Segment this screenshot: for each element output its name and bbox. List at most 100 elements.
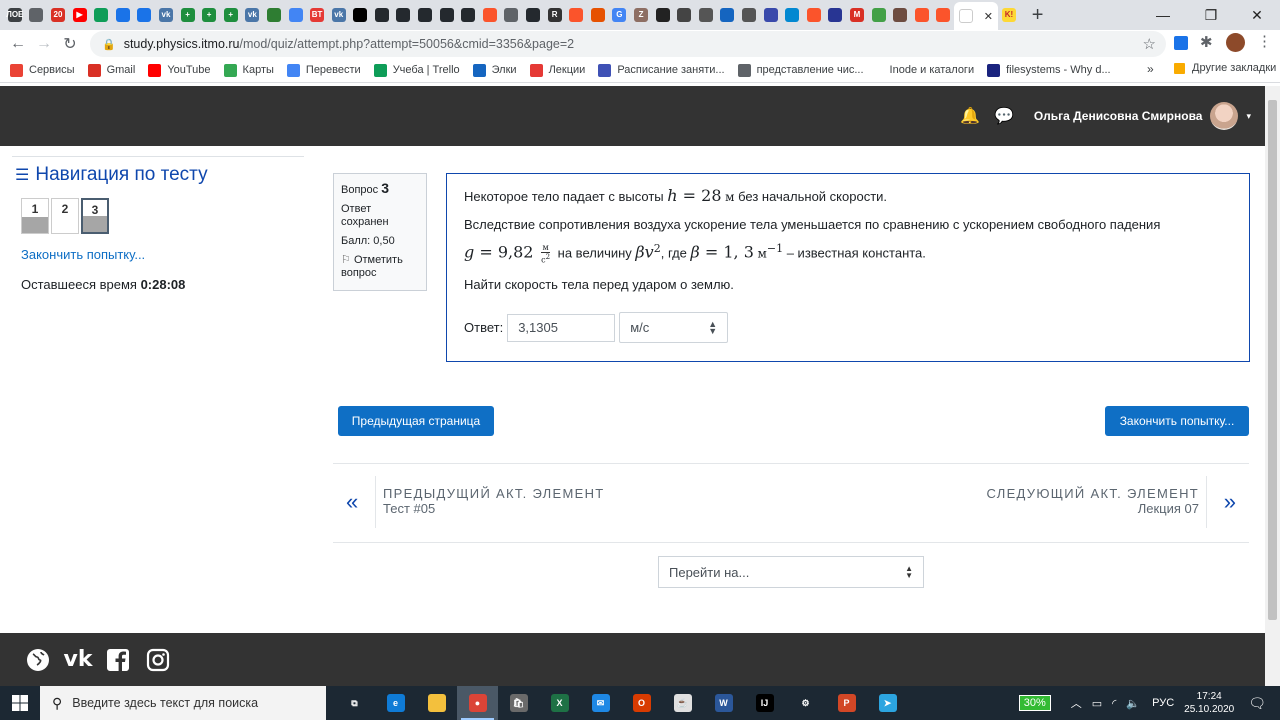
user-name[interactable]: Ольга Денисовна Смирнова	[1034, 109, 1203, 123]
browser-tab[interactable]	[933, 4, 955, 26]
browser-tab[interactable]	[134, 4, 156, 26]
bookmark-item[interactable]: filesystems - Why d...	[987, 63, 1111, 77]
bookmark-item[interactable]: Лекции	[529, 63, 585, 77]
bookmark-item[interactable]: Карты	[223, 63, 274, 77]
other-bookmarks[interactable]: Другие закладки	[1174, 62, 1276, 74]
messages-icon[interactable]: 💬	[994, 106, 1014, 126]
clock[interactable]: 17:24 25.10.2020	[1184, 690, 1234, 716]
question-nav-button-2[interactable]: 2	[51, 198, 79, 234]
browser-tab[interactable]: ЛОЕ	[4, 4, 26, 26]
browser-tab[interactable]: R	[544, 4, 566, 26]
chevron-up-icon[interactable]: ︿	[1071, 695, 1082, 711]
reload-icon[interactable]: ↻	[57, 31, 83, 57]
taskbar-app[interactable]: W	[703, 686, 744, 720]
browser-tab[interactable]	[673, 4, 695, 26]
browser-tab[interactable]	[889, 4, 911, 26]
double-chevron-right-icon[interactable]: »	[1224, 489, 1236, 515]
bookmark-item[interactable]: Перевести	[286, 63, 361, 77]
bell-icon[interactable]: 🔔	[960, 106, 980, 126]
taskbar-app[interactable]	[416, 686, 457, 720]
browser-tab[interactable]: +	[177, 4, 199, 26]
minimize-button[interactable]: —	[1140, 0, 1186, 30]
browser-tab[interactable]	[760, 4, 782, 26]
notifications-icon[interactable]: 🗨	[1248, 695, 1266, 712]
taskbar-app[interactable]: e	[375, 686, 416, 720]
taskbar-app[interactable]: ⚙	[785, 686, 826, 720]
browser-tab[interactable]: ▶	[69, 4, 91, 26]
next-activity-caption[interactable]: Следующий акт. элемент	[987, 486, 1200, 501]
finish-attempt-link[interactable]: Закончить попытку...	[21, 247, 304, 262]
bookmark-item[interactable]: Учеба | Trello	[373, 63, 460, 77]
instagram-icon[interactable]	[145, 647, 171, 673]
vk-icon[interactable]: vk	[64, 647, 93, 673]
facebook-icon[interactable]	[105, 647, 131, 673]
double-chevron-left-icon[interactable]: «	[346, 489, 358, 515]
quiz-navigation-title[interactable]: ☰ Навигация по тесту	[12, 164, 304, 186]
browser-tab[interactable]	[457, 4, 479, 26]
question-nav-button-1[interactable]: 1	[21, 198, 49, 234]
jump-to-select[interactable]: Перейти на... ▲ ▼	[658, 556, 924, 588]
back-icon[interactable]: ←	[5, 31, 31, 57]
browser-tab[interactable]: G	[609, 4, 631, 26]
restore-button[interactable]: ❐	[1188, 0, 1234, 30]
bookmark-star-icon[interactable]: ☆	[1143, 35, 1156, 53]
address-bar[interactable]: 🔒 study.physics.itmo.ru/mod/quiz/attempt…	[90, 31, 1166, 57]
taskbar-app[interactable]: P	[826, 686, 867, 720]
previous-activity-name[interactable]: Тест #05	[383, 501, 435, 516]
browser-tab[interactable]	[522, 4, 544, 26]
browser-tab[interactable]: Z	[630, 4, 652, 26]
browser-tab[interactable]: +	[220, 4, 242, 26]
taskbar-app[interactable]: ⧉	[334, 686, 375, 720]
browser-tab[interactable]	[479, 4, 501, 26]
browser-tab[interactable]	[436, 4, 458, 26]
browser-menu-icon[interactable]: ⋮	[1257, 32, 1272, 50]
active-browser-tab[interactable]: ✕	[954, 2, 999, 30]
browser-tab[interactable]	[803, 4, 825, 26]
browser-tab[interactable]	[26, 4, 48, 26]
taskbar-app[interactable]: ☕	[662, 686, 703, 720]
browser-tab[interactable]	[868, 4, 890, 26]
browser-tab[interactable]	[263, 4, 285, 26]
answer-input[interactable]	[507, 313, 616, 342]
browser-tab[interactable]: vk	[242, 4, 264, 26]
browser-tab[interactable]	[717, 4, 739, 26]
browser-tab[interactable]	[112, 4, 134, 26]
globe-icon[interactable]	[25, 647, 51, 673]
taskbar-app[interactable]: X	[539, 686, 580, 720]
browser-tab[interactable]	[90, 4, 112, 26]
bookmark-item[interactable]: Inode и каталоги	[877, 64, 975, 76]
browser-tab[interactable]	[695, 4, 717, 26]
close-window-button[interactable]: ✕	[1234, 0, 1280, 30]
new-tab-button[interactable]: +	[1032, 4, 1044, 27]
browser-tab[interactable]	[587, 4, 609, 26]
browser-tab[interactable]: 20	[47, 4, 69, 26]
language-indicator[interactable]: РУС	[1152, 697, 1174, 709]
windows-start-icon[interactable]	[0, 686, 40, 720]
bookmark-item[interactable]: Gmail	[87, 63, 135, 77]
browser-tab[interactable]	[825, 4, 847, 26]
next-activity-name[interactable]: Лекция 07	[1138, 501, 1199, 516]
browser-tab[interactable]	[565, 4, 587, 26]
avatar[interactable]	[1210, 102, 1239, 130]
network-icon[interactable]: ▭	[1092, 697, 1102, 710]
taskbar-app[interactable]: IJ	[744, 686, 785, 720]
extension-icon[interactable]	[1174, 36, 1188, 50]
forward-icon[interactable]: →	[31, 31, 57, 57]
browser-tab[interactable]	[652, 4, 674, 26]
browser-tab[interactable]	[414, 4, 436, 26]
taskbar-app[interactable]: 🛍	[498, 686, 539, 720]
taskbar-app[interactable]: O	[621, 686, 662, 720]
taskbar-app[interactable]: ➤	[867, 686, 908, 720]
browser-tab[interactable]	[285, 4, 307, 26]
browser-tab[interactable]: vk	[328, 4, 350, 26]
bookmark-item[interactable]: представление чис...	[737, 63, 864, 77]
close-tab-icon[interactable]: ✕	[984, 10, 993, 23]
bookmarks-more-icon[interactable]: »	[1147, 62, 1154, 76]
previous-page-button[interactable]: Предыдущая страница	[338, 406, 494, 436]
browser-tab[interactable]	[371, 4, 393, 26]
browser-tab[interactable]: BT	[306, 4, 328, 26]
bookmark-item[interactable]: Сервисы	[10, 63, 75, 77]
page-scrollbar[interactable]	[1265, 86, 1280, 686]
extensions-puzzle-icon[interactable]: ✱	[1200, 33, 1213, 51]
bookmark-item[interactable]: Элки	[472, 63, 517, 77]
